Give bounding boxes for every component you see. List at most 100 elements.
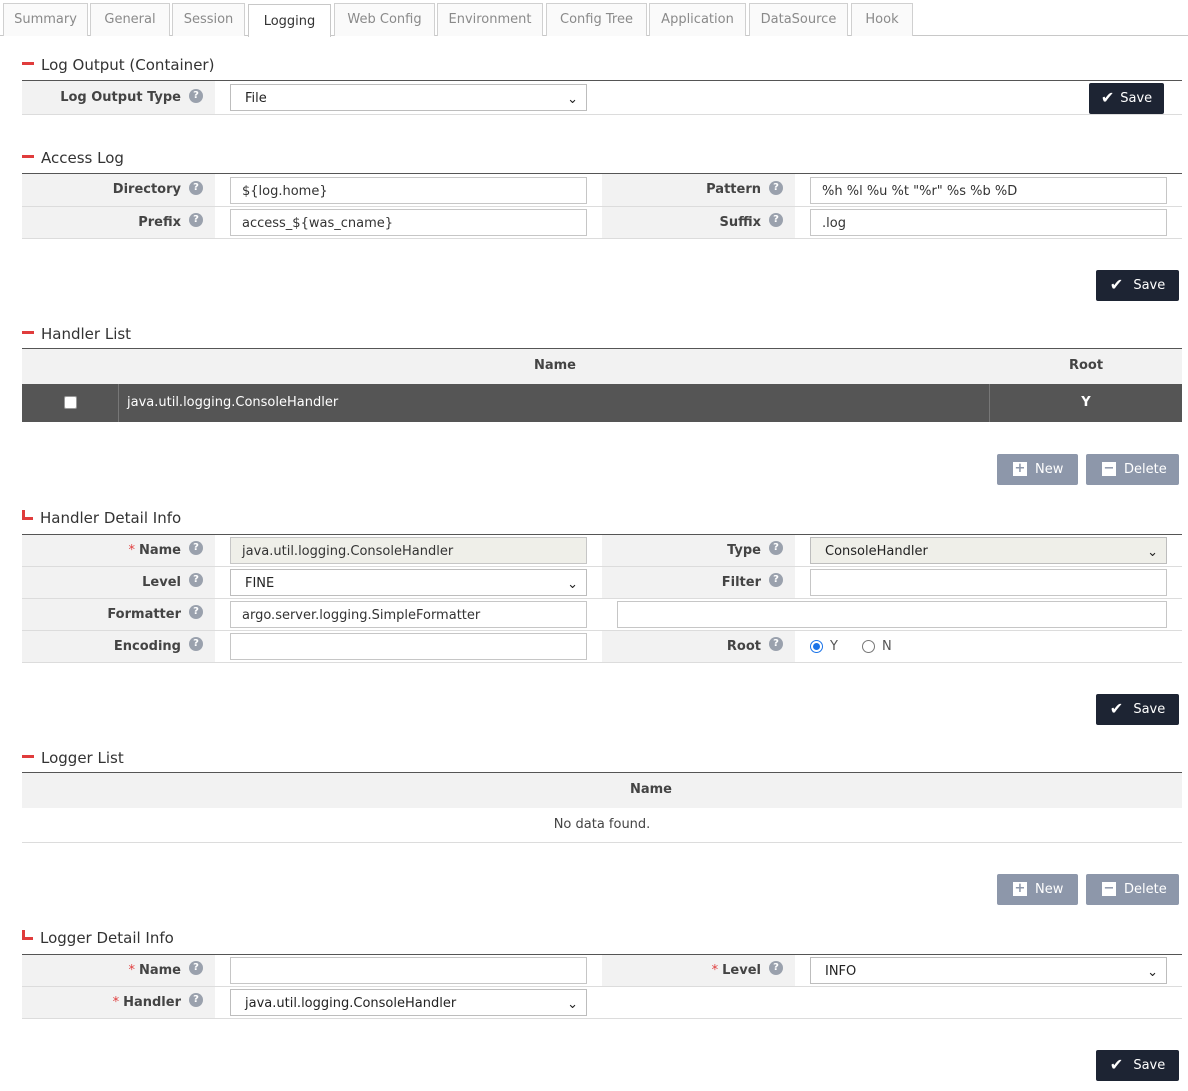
tab-config-tree[interactable]: Config Tree [546,3,647,36]
log-output-row: Log Output Type ? File ⌄ ✔ Save [22,81,1182,115]
suffix-input[interactable]: .log [810,209,1167,236]
logger-name-input[interactable] [230,957,587,984]
handler-encoding-input[interactable] [230,633,587,660]
tab-summary[interactable]: Summary [3,3,88,36]
help-icon[interactable]: ? [189,181,203,195]
tab-web-config[interactable]: Web Config [334,3,435,36]
corner-icon[interactable] [22,929,33,940]
tab-session[interactable]: Session [172,3,245,36]
check-icon: ✔ [1109,1055,1124,1074]
tab-datasource[interactable]: DataSource [749,3,848,36]
section-log-output: Log Output (Container) [22,55,214,75]
access-log-save-button[interactable]: ✔ Save [1096,270,1179,301]
pattern-label: Pattern ? [602,174,795,206]
handler-detail-save-button[interactable]: ✔ Save [1096,694,1179,725]
handler-detail-row-2: Level ? FINE ⌄ Filter ? [22,567,1182,599]
check-icon: ✔ [1109,275,1124,294]
suffix-label: Suffix ? [602,207,795,238]
collapse-icon[interactable] [22,331,34,334]
handler-level-label: Level ? [22,567,215,598]
logger-level-label: * Level ? [602,955,795,986]
column-header-name[interactable]: Name [22,782,1188,797]
help-icon[interactable]: ? [189,573,203,587]
help-icon[interactable]: ? [769,181,783,195]
collapse-icon[interactable] [22,755,34,758]
table-row[interactable]: java.util.logging.ConsoleHandler Y [22,384,1182,422]
handler-name-input[interactable]: java.util.logging.ConsoleHandler [230,537,587,564]
help-icon[interactable]: ? [189,89,203,103]
log-output-type-select[interactable]: File ⌄ [230,84,587,111]
handler-delete-button[interactable]: − Delete [1086,454,1179,485]
chevron-down-icon: ⌄ [567,92,578,107]
logger-table-header: Name [22,773,1182,808]
logger-delete-button[interactable]: − Delete [1086,874,1179,905]
help-icon[interactable]: ? [189,637,203,651]
collapse-icon[interactable] [22,155,34,158]
tab-general[interactable]: General [90,3,170,36]
handler-new-button[interactable]: + New [997,454,1078,485]
section-title: Handler Detail Info [40,509,182,527]
check-icon: ✔ [1100,88,1115,107]
logger-new-button[interactable]: + New [997,874,1078,905]
section-title: Log Output (Container) [41,56,215,74]
tab-application[interactable]: Application [649,3,746,36]
handler-formatter-extra-input[interactable] [617,601,1167,628]
logger-detail-save-button[interactable]: ✔ Save [1096,1050,1179,1081]
minus-icon: − [1102,881,1116,896]
help-icon[interactable]: ? [769,573,783,587]
pattern-input[interactable]: %h %l %u %t "%r" %s %b %D [810,177,1167,204]
section-logger-detail: Logger Detail Info [22,928,174,948]
root-radio-y-label: Y [830,639,838,654]
help-icon[interactable]: ? [189,213,203,227]
directory-input[interactable]: ${log.home} [230,177,587,204]
tab-environment[interactable]: Environment [437,3,543,36]
corner-icon[interactable] [22,509,33,520]
handler-formatter-input[interactable]: argo.server.logging.SimpleFormatter [230,601,587,628]
directory-label: Directory ? [22,174,215,206]
chevron-down-icon: ⌄ [567,577,578,592]
handler-filter-input[interactable] [810,569,1167,596]
log-output-type-label: Log Output Type ? [22,81,215,114]
column-header-name[interactable]: Name [120,358,990,373]
logger-detail-row-1: * Name ? * Level ? INFO ⌄ [22,955,1182,987]
logger-level-select[interactable]: INFO ⌄ [810,957,1167,984]
handler-root-cell: Y [989,384,1182,422]
handler-name-cell: java.util.logging.ConsoleHandler [127,395,339,410]
handler-detail-row-3: Formatter ? argo.server.logging.SimpleFo… [22,599,1182,631]
column-header-root[interactable]: Root [990,358,1182,373]
help-icon[interactable]: ? [189,993,203,1007]
root-radio-n-label: N [882,639,892,654]
root-radio-y[interactable] [810,640,823,653]
help-icon[interactable]: ? [769,541,783,555]
help-icon[interactable]: ? [189,961,203,975]
plus-icon: + [1013,881,1027,896]
log-output-save-button[interactable]: ✔ Save [1089,83,1164,114]
help-icon[interactable]: ? [769,961,783,975]
tab-logging[interactable]: Logging [248,4,331,37]
logger-handler-select[interactable]: java.util.logging.ConsoleHandler ⌄ [230,989,587,1016]
handler-type-label: Type ? [602,535,795,566]
handler-filter-label: Filter ? [602,567,795,598]
row-checkbox[interactable] [64,396,77,409]
logger-detail-row-2: * Handler ? java.util.logging.ConsoleHand… [22,987,1182,1019]
tab-bar: Summary General Session Logging Web Conf… [0,0,1188,37]
handler-root-label: Root ? [602,631,795,662]
handler-encoding-label: Encoding ? [22,631,215,662]
help-icon[interactable]: ? [769,213,783,227]
handler-detail-row-1: * Name ? java.util.logging.ConsoleHandler… [22,535,1182,567]
tab-hook[interactable]: Hook [851,3,913,36]
handler-formatter-label: Formatter ? [22,599,215,630]
prefix-input[interactable]: access_${was_cname} [230,209,587,236]
section-logger-list: Logger List [22,748,124,768]
help-icon[interactable]: ? [189,541,203,555]
chevron-down-icon: ⌄ [567,997,578,1012]
section-title: Logger List [41,749,124,767]
handler-name-label: * Name ? [22,535,215,566]
handler-type-select[interactable]: ConsoleHandler ⌄ [810,537,1167,564]
collapse-icon[interactable] [22,62,34,65]
handler-level-select[interactable]: FINE ⌄ [230,569,587,596]
root-radio-n[interactable] [862,640,875,653]
help-icon[interactable]: ? [769,637,783,651]
help-icon[interactable]: ? [189,605,203,619]
handler-detail-row-4: Encoding ? Root ? Y N [22,631,1182,663]
